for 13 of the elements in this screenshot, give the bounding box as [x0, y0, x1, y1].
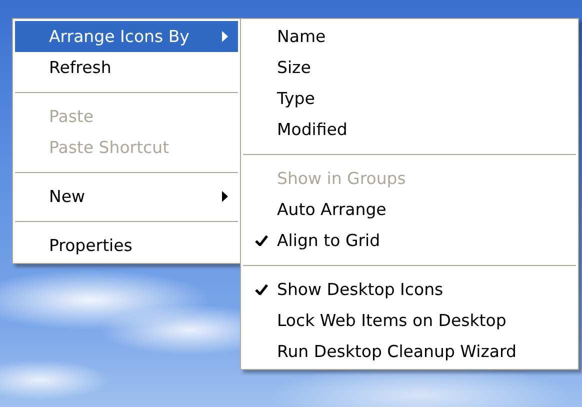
menu-item[interactable]: Size — [243, 52, 576, 83]
menu-item[interactable]: Auto Arrange — [243, 194, 576, 225]
menu-item[interactable]: Run Desktop Cleanup Wizard — [243, 336, 576, 367]
menu-item[interactable]: Modified — [243, 114, 576, 145]
menu-item[interactable]: Arrange Icons By — [15, 21, 238, 52]
menu-item[interactable]: New — [15, 181, 238, 212]
menu-item[interactable]: Properties — [15, 230, 238, 261]
menu-item[interactable]: Align to Grid — [243, 225, 576, 256]
menu-item[interactable]: Lock Web Items on Desktop — [243, 305, 576, 336]
menu-item[interactable]: Refresh — [15, 52, 238, 83]
menu-item[interactable]: Type — [243, 83, 576, 114]
menu-item[interactable]: Name — [243, 21, 576, 52]
menu-item[interactable]: Show Desktop Icons — [243, 274, 576, 305]
